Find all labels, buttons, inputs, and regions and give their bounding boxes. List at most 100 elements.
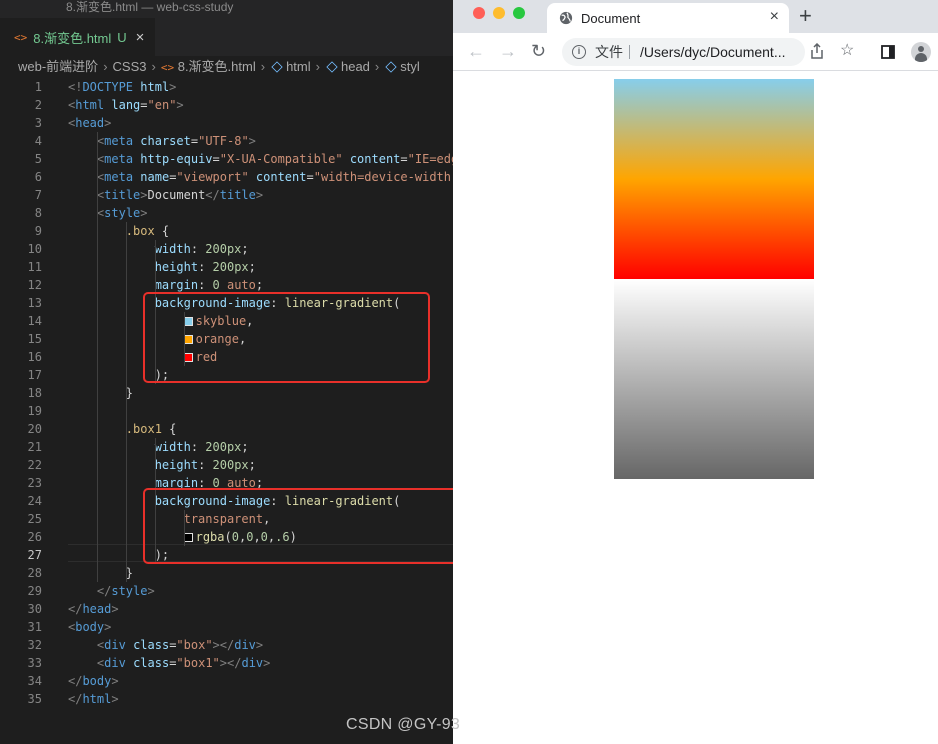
code-line[interactable]: </html> (68, 690, 119, 708)
line-number: 15 (27, 332, 42, 346)
code-line[interactable]: <html lang="en"> (68, 96, 184, 114)
breadcrumb-item-head[interactable]: head (341, 59, 370, 74)
gradient-box1 (614, 279, 814, 479)
line-number: 12 (27, 278, 42, 292)
code-line[interactable]: <div class="box1"></div> (68, 654, 270, 672)
line-number: 26 (27, 530, 42, 544)
close-window-button[interactable] (473, 7, 485, 19)
line-number: 8 (34, 206, 42, 220)
share-icon[interactable] (810, 43, 824, 59)
breadcrumb-item-file[interactable]: 8.渐变色.html (178, 59, 256, 74)
browser-toolbar: ← → ↻ i 文件 /Users/dyc/Document... ☆ (453, 33, 938, 71)
code-line[interactable]: </body> (68, 672, 119, 690)
code-line[interactable]: <body> (68, 618, 111, 636)
line-number: 22 (27, 458, 42, 472)
code-line[interactable]: <!DOCTYPE html> (68, 78, 176, 96)
code-editor: 8.渐变色.html — web-css-study <> 8.渐变色.html… (0, 0, 453, 744)
line-number: 25 (27, 512, 42, 526)
highlight-box-gradient-2 (143, 488, 453, 564)
browser-window: Document × + ← → ↻ i 文件 /Users/dyc/Docum… (453, 0, 938, 744)
code-line[interactable]: <div class="box"></div> (68, 636, 263, 654)
html-file-icon: <> (14, 30, 28, 44)
info-icon[interactable]: i (572, 45, 586, 59)
line-number: 34 (27, 674, 42, 688)
address-scheme-label: 文件 (595, 44, 623, 60)
bookmark-star-icon[interactable]: ☆ (840, 41, 854, 61)
line-number: 31 (27, 620, 42, 634)
line-number: 10 (27, 242, 42, 256)
line-number: 30 (27, 602, 42, 616)
globe-icon (559, 11, 573, 25)
indent-guide (126, 222, 127, 582)
line-number: 7 (34, 188, 42, 202)
line-number: 6 (34, 170, 42, 184)
code-line[interactable]: width: 200px; (68, 438, 249, 456)
code-line[interactable]: } (68, 564, 133, 582)
profile-avatar[interactable] (911, 42, 931, 62)
watermark: CSDN @GY-93 (346, 716, 461, 733)
gradient-box (614, 79, 814, 279)
code-line[interactable]: <head> (68, 114, 111, 132)
chevron-right-icon: › (374, 59, 380, 74)
editor-tab-filename: 8.渐变色.html (33, 30, 112, 46)
address-url: /Users/dyc/Document... (640, 44, 786, 60)
chevron-right-icon: › (315, 59, 320, 74)
back-arrow-icon[interactable]: ← (467, 40, 485, 62)
reload-icon[interactable]: ↻ (531, 40, 546, 62)
symbol-cube-icon (385, 61, 397, 73)
line-number: 5 (34, 152, 42, 166)
code-line[interactable]: <meta name="viewport" content="width=dev… (68, 168, 451, 186)
breadcrumb-item-subfolder[interactable]: CSS3 (113, 59, 147, 74)
address-divider (629, 45, 630, 59)
chevron-right-icon: › (260, 59, 266, 74)
code-line[interactable]: width: 200px; (68, 240, 249, 258)
html-file-icon: <> (160, 61, 175, 74)
maximize-window-button[interactable] (513, 7, 525, 19)
breadcrumb-item-html[interactable]: html (286, 59, 311, 74)
line-number: 28 (27, 566, 42, 580)
code-line[interactable]: </style> (68, 582, 155, 600)
line-number: 11 (27, 260, 42, 274)
line-number: 29 (27, 584, 42, 598)
code-line[interactable]: <meta http-equiv="X-UA-Compatible" conte… (68, 150, 453, 168)
line-number: 17 (27, 368, 42, 382)
line-number: 1 (34, 80, 42, 94)
browser-tab-strip: Document × + (453, 0, 938, 33)
line-number: 13 (27, 296, 42, 310)
line-number: 24 (27, 494, 42, 508)
indent-guide (97, 132, 98, 582)
browser-tab-document[interactable]: Document × (547, 3, 789, 33)
code-line[interactable]: .box1 { (68, 420, 177, 438)
line-number: 9 (34, 224, 42, 238)
line-number: 23 (27, 476, 42, 490)
minimize-window-button[interactable] (493, 7, 505, 19)
forward-arrow-icon[interactable]: → (499, 40, 517, 62)
close-tab-icon[interactable]: × (136, 29, 145, 46)
new-tab-button[interactable]: + (799, 5, 812, 27)
address-bar[interactable]: i 文件 /Users/dyc/Document... (562, 38, 805, 66)
line-number: 27 (27, 548, 42, 562)
line-number: 20 (27, 422, 42, 436)
breadcrumb-item-folder[interactable]: web-前端进阶 (18, 59, 98, 74)
editor-tab-active[interactable]: <> 8.渐变色.html U × (0, 18, 155, 56)
code-line[interactable]: <style> (68, 204, 148, 222)
highlight-box-gradient-1 (143, 292, 430, 383)
symbol-cube-icon (326, 61, 338, 73)
line-number: 21 (27, 440, 42, 454)
line-number: 19 (27, 404, 42, 418)
code-area[interactable]: 1 <!DOCTYPE html> 2 <html lang="en"> 3 <head>… (0, 76, 453, 744)
breadcrumb-item-style[interactable]: styl (400, 59, 420, 74)
editor-tab-bar: <> 8.渐变色.html U × (0, 18, 453, 56)
untracked-badge: U (117, 29, 127, 45)
line-number: 4 (34, 134, 42, 148)
line-number: 3 (34, 116, 42, 130)
line-number: 32 (27, 638, 42, 652)
code-line[interactable]: .box { (68, 222, 169, 240)
close-tab-icon[interactable]: × (770, 8, 779, 26)
chevron-right-icon: › (103, 59, 108, 74)
side-panel-icon[interactable] (881, 45, 895, 59)
line-number: 33 (27, 656, 42, 670)
line-number: 18 (27, 386, 42, 400)
code-line[interactable]: } (68, 384, 133, 402)
code-line[interactable]: </head> (68, 600, 119, 618)
